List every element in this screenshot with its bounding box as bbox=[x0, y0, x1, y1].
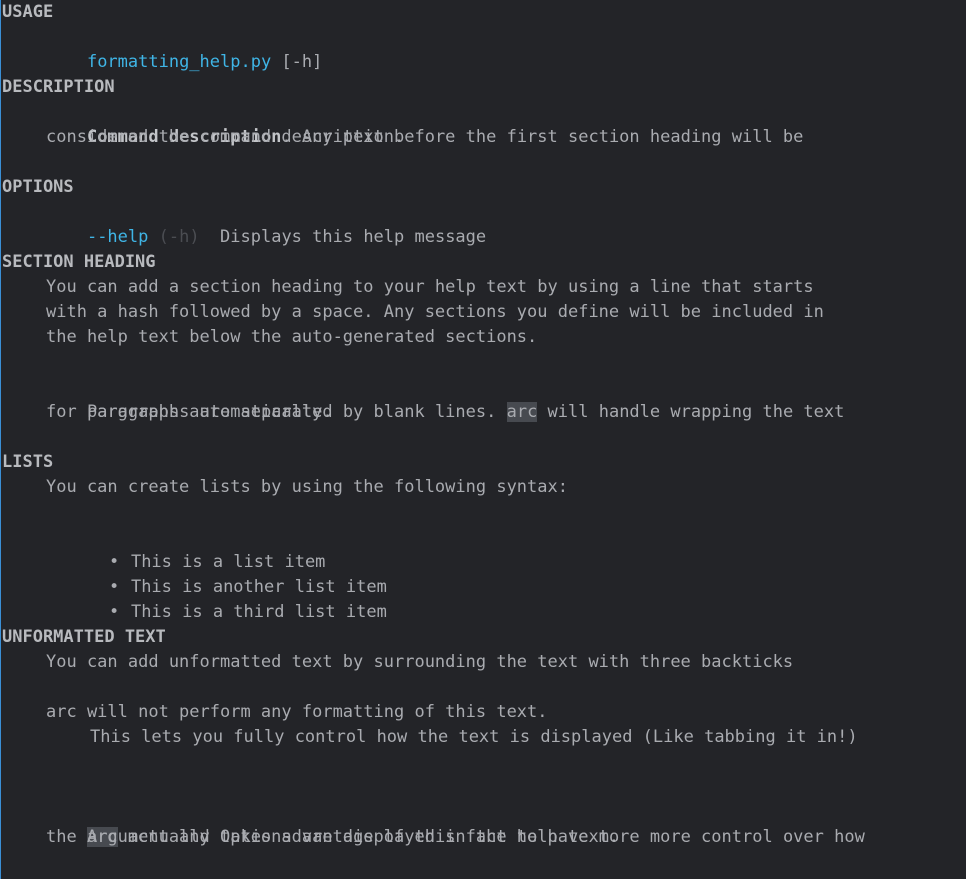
list-item-text: This is a third list item bbox=[130, 602, 387, 622]
p2-post: will handle wrapping the text bbox=[537, 402, 845, 422]
section-heading-p1-line-2: with a hash followed by a space. Any sec… bbox=[46, 302, 824, 322]
section-heading-heading: SECTION HEADING bbox=[2, 252, 156, 272]
section-heading-p2-line-1: Paragraphs are separated by blank lines.… bbox=[2, 375, 844, 422]
options-heading: OPTIONS bbox=[2, 177, 74, 197]
option-help: --help (-h) Displays this help message bbox=[2, 200, 486, 247]
inline-code-arc: arc bbox=[506, 402, 538, 422]
terminal-window: USAGE formatting_help.py [-h] DESCRIPTIO… bbox=[0, 0, 966, 879]
description-line-1: Command description. Any text before the… bbox=[2, 100, 803, 147]
section-heading-p1-line-3: the help text below the auto-generated s… bbox=[46, 327, 538, 347]
description-line-2: considered the command description. bbox=[46, 127, 405, 147]
option-alias: (-h) bbox=[148, 227, 200, 247]
bullet-icon: • bbox=[108, 602, 120, 622]
usage-line: formatting_help.py [-h] bbox=[2, 25, 322, 72]
list-item: • This is a list item bbox=[2, 525, 325, 572]
list-item: • This is a third list item bbox=[2, 575, 387, 622]
unformatted-intro: You can add unformatted text by surround… bbox=[46, 652, 794, 672]
unformatted-final-line-1: arc actually takes advantage of this fac… bbox=[2, 800, 865, 847]
usage-args: [-h] bbox=[271, 52, 323, 72]
unformatted-code-line-1: arc will not perform any formatting of t… bbox=[46, 702, 548, 722]
section-heading-p2-line-2: for pargraphs automatically. bbox=[46, 402, 333, 422]
unformatted-final-line-2: the Argument and Options are displayed i… bbox=[46, 827, 620, 847]
list-item: • This is another list item bbox=[2, 550, 387, 597]
option-flag: --help bbox=[86, 227, 149, 247]
lists-intro: You can create lists by using the follow… bbox=[46, 477, 568, 497]
description-heading: DESCRIPTION bbox=[2, 77, 115, 97]
unformatted-code-line-2: This lets you fully control how the text… bbox=[90, 727, 858, 747]
usage-command: formatting_help.py bbox=[86, 52, 272, 72]
lists-heading: LISTS bbox=[2, 452, 54, 472]
option-desc: Displays this help message bbox=[199, 227, 487, 247]
section-heading-p1-line-1: You can add a section heading to your he… bbox=[46, 277, 814, 297]
usage-heading: USAGE bbox=[2, 2, 54, 22]
unformatted-heading: UNFORMATTED TEXT bbox=[2, 627, 166, 647]
